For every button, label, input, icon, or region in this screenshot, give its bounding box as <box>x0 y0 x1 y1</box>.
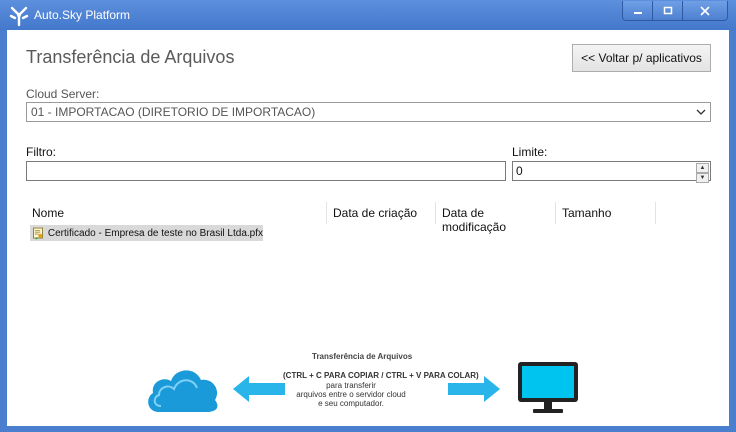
close-icon <box>700 5 710 16</box>
limit-stepper[interactable]: 0 ▲ ▼ <box>512 161 711 183</box>
back-to-apps-button[interactable]: << Voltar p/ aplicativos <box>572 44 711 72</box>
minimize-icon <box>633 11 642 14</box>
limit-spinner: ▲ ▼ <box>696 163 709 183</box>
limit-label: Limite: <box>512 145 548 159</box>
cloud-server-selected: 01 - IMPORTACAO (DIRETORIO DE IMPORTACAO… <box>31 105 316 119</box>
app-window: Auto.Sky Platform Transferência de Arqui… <box>0 0 736 432</box>
arrow-left-icon <box>233 376 285 402</box>
app-logo-icon <box>9 6 29 27</box>
maximize-icon <box>663 6 672 14</box>
column-name[interactable]: Nome <box>26 202 327 224</box>
chevron-down-icon <box>696 109 706 115</box>
title-bar[interactable]: Auto.Sky Platform <box>0 0 736 30</box>
column-modified[interactable]: Data de modificação <box>436 202 556 234</box>
limit-value: 0 <box>516 164 523 178</box>
filter-label: Filtro: <box>26 145 56 159</box>
certificate-file-icon <box>33 227 43 239</box>
filter-input[interactable] <box>26 161 506 181</box>
spin-up-icon[interactable]: ▲ <box>696 163 709 173</box>
minimize-button[interactable] <box>623 1 653 20</box>
close-button[interactable] <box>683 1 727 20</box>
cloud-server-label: Cloud Server: <box>26 87 100 101</box>
client-area: Transferência de Arquivos << Voltar p/ a… <box>7 30 729 426</box>
spin-down-icon[interactable]: ▼ <box>696 173 709 183</box>
column-size[interactable]: Tamanho <box>556 202 656 224</box>
file-list-item[interactable]: Certificado - Empresa de teste no Brasil… <box>30 225 263 241</box>
window-controls <box>622 1 728 21</box>
cloud-server-select[interactable]: 01 - IMPORTACAO (DIRETORIO DE IMPORTACAO… <box>26 102 711 122</box>
monitor-icon <box>518 362 578 413</box>
window-title: Auto.Sky Platform <box>34 8 131 22</box>
arrow-right-icon <box>448 376 500 402</box>
illustration-title: Transferência de Arquivos <box>312 352 413 361</box>
file-list-header: Nome Data de criação Data de modificação… <box>26 202 656 234</box>
transfer-illustration: Transferência de Arquivos (CTRL + C PARA… <box>7 342 729 426</box>
column-created[interactable]: Data de criação <box>327 202 436 224</box>
page-title: Transferência de Arquivos <box>26 47 235 67</box>
maximize-button[interactable] <box>653 1 683 20</box>
cloud-icon <box>148 370 218 412</box>
illustration-description: para transferir arquivos entre o servido… <box>296 381 406 408</box>
file-name: Certificado - Empresa de teste no Brasil… <box>47 227 263 239</box>
